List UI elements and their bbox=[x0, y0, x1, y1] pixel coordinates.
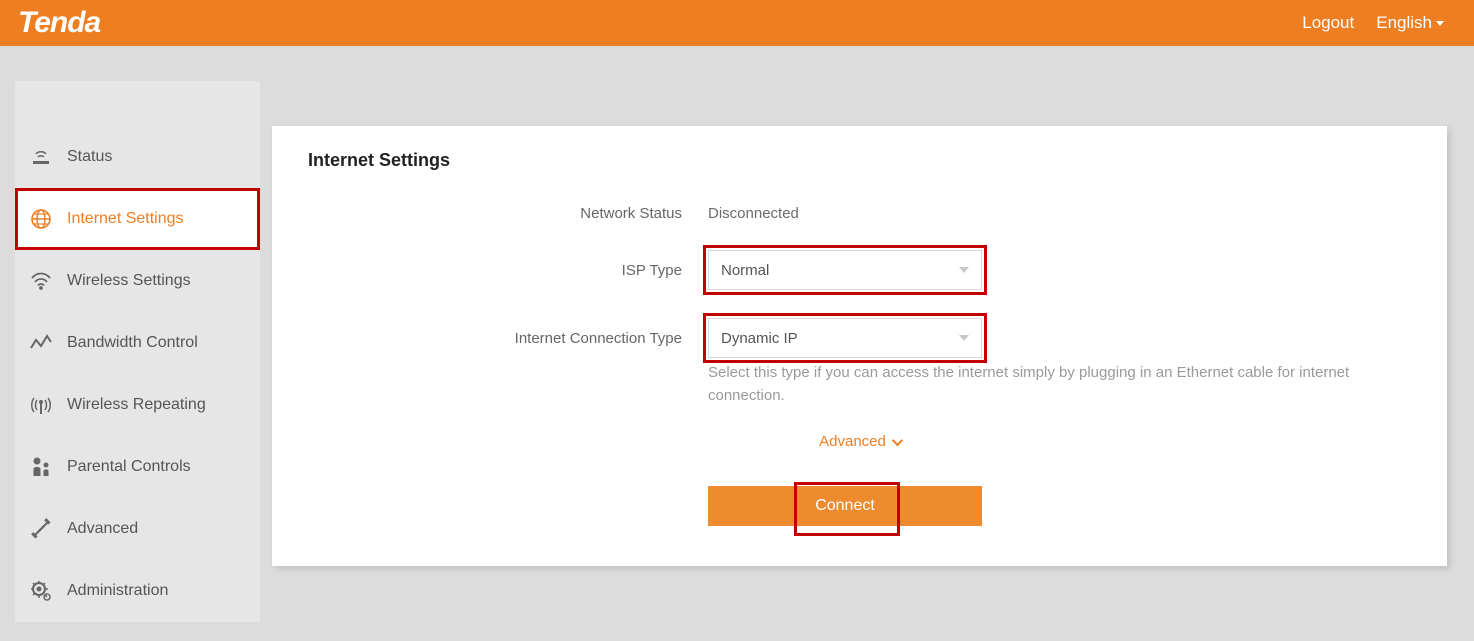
chart-icon bbox=[29, 334, 53, 352]
connect-button-label: Connect bbox=[815, 497, 875, 515]
sidebar-item-label: Advanced bbox=[67, 520, 138, 538]
sidebar-item-label: Bandwidth Control bbox=[67, 334, 198, 352]
header-actions: Logout English bbox=[1302, 13, 1444, 33]
sidebar-item-wireless-repeating[interactable]: Wireless Repeating bbox=[15, 374, 260, 436]
settings-panel: Internet Settings Network Status Disconn… bbox=[272, 126, 1447, 566]
select-isp-type-value: Normal bbox=[721, 262, 769, 279]
select-connection-type-value: Dynamic IP bbox=[721, 330, 798, 347]
family-icon bbox=[29, 456, 53, 478]
header-bar: Tenda Logout English bbox=[0, 0, 1474, 46]
logout-link[interactable]: Logout bbox=[1302, 13, 1354, 33]
select-connection-type[interactable]: Dynamic IP bbox=[708, 318, 982, 358]
row-isp-type: ISP Type Normal bbox=[308, 250, 1411, 290]
globe-icon bbox=[29, 208, 53, 230]
chevron-down-icon bbox=[959, 267, 969, 273]
tools-icon bbox=[29, 518, 53, 540]
sidebar-item-label: Internet Settings bbox=[67, 210, 184, 228]
svg-text:Tenda: Tenda bbox=[18, 6, 101, 39]
row-help: Select this type if you can access the i… bbox=[308, 372, 1411, 407]
brand-logo: Tenda bbox=[0, 6, 168, 40]
sidebar-item-internet-settings[interactable]: Internet Settings bbox=[15, 188, 260, 250]
language-label: English bbox=[1376, 13, 1432, 33]
sidebar: Status Internet Settings Wireless Settin… bbox=[15, 81, 260, 622]
row-connection-type: Internet Connection Type Dynamic IP bbox=[308, 318, 1411, 358]
sidebar-item-status[interactable]: Status bbox=[15, 126, 260, 188]
panel-title: Internet Settings bbox=[308, 150, 1411, 171]
main-content: Internet Settings Network Status Disconn… bbox=[260, 81, 1459, 566]
help-text: Select this type if you can access the i… bbox=[708, 362, 1388, 407]
label-connection-type: Internet Connection Type bbox=[308, 330, 708, 347]
sidebar-item-advanced[interactable]: Advanced bbox=[15, 498, 260, 560]
label-isp-type: ISP Type bbox=[308, 262, 708, 279]
chevron-down-icon bbox=[959, 335, 969, 341]
sidebar-item-wireless-settings[interactable]: Wireless Settings bbox=[15, 250, 260, 312]
gear-icon bbox=[29, 580, 53, 602]
chevron-down-icon bbox=[892, 434, 903, 445]
sidebar-item-administration[interactable]: Administration bbox=[15, 560, 260, 622]
sidebar-item-label: Wireless Settings bbox=[67, 272, 191, 290]
wifi-icon bbox=[29, 272, 53, 290]
label-network-status: Network Status bbox=[308, 205, 708, 222]
chevron-down-icon bbox=[1436, 21, 1444, 26]
row-network-status: Network Status Disconnected bbox=[308, 205, 1411, 222]
select-isp-type[interactable]: Normal bbox=[708, 250, 982, 290]
row-connect: Connect bbox=[308, 486, 1411, 526]
advanced-toggle-label: Advanced bbox=[819, 433, 886, 450]
language-selector[interactable]: English bbox=[1376, 13, 1444, 33]
sidebar-item-parental-controls[interactable]: Parental Controls bbox=[15, 436, 260, 498]
sidebar-item-label: Status bbox=[67, 148, 112, 166]
sidebar-item-bandwidth-control[interactable]: Bandwidth Control bbox=[15, 312, 260, 374]
connect-button[interactable]: Connect bbox=[708, 486, 982, 526]
sidebar-item-label: Parental Controls bbox=[67, 458, 191, 476]
row-advanced-toggle: Advanced bbox=[308, 433, 1411, 450]
antenna-icon bbox=[29, 394, 53, 416]
sidebar-item-label: Wireless Repeating bbox=[67, 396, 206, 414]
advanced-toggle[interactable]: Advanced bbox=[819, 433, 900, 450]
sidebar-item-label: Administration bbox=[67, 582, 168, 600]
value-network-status: Disconnected bbox=[708, 205, 799, 222]
router-icon bbox=[29, 148, 53, 166]
